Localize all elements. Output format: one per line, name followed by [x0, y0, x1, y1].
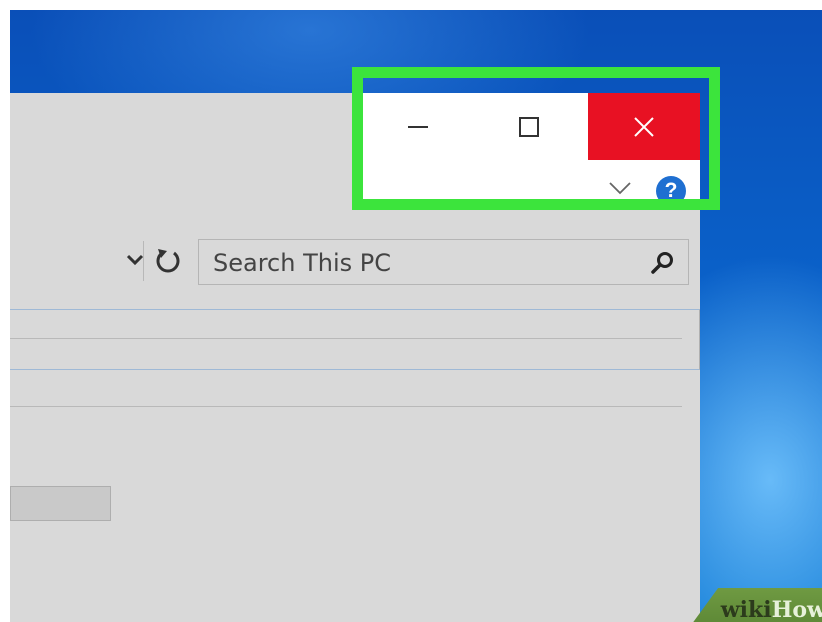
- address-toolbar: Search This PC: [10, 233, 700, 285]
- title-bar-shade: [10, 93, 361, 208]
- chevron-down-icon: [126, 254, 144, 266]
- search-icon[interactable]: [650, 250, 676, 276]
- drive-usage-bar: [10, 486, 111, 521]
- section-divider: [10, 406, 682, 407]
- wikihow-watermark: wiki How: [686, 588, 822, 622]
- screenshot-frame: ? Search This PC wiki How: [10, 10, 822, 622]
- watermark-wiki: wiki: [720, 597, 772, 622]
- highlight-box: [352, 67, 720, 210]
- ribbon-panel: [10, 309, 700, 370]
- toolbar-divider: [143, 241, 144, 281]
- address-dropdown-button[interactable]: [122, 247, 148, 273]
- watermark-how: How: [771, 597, 822, 622]
- search-placeholder: Search This PC: [213, 249, 391, 277]
- refresh-button[interactable]: [148, 241, 188, 281]
- search-input[interactable]: Search This PC: [198, 239, 689, 285]
- panel-divider: [10, 338, 682, 339]
- refresh-icon: [156, 249, 180, 273]
